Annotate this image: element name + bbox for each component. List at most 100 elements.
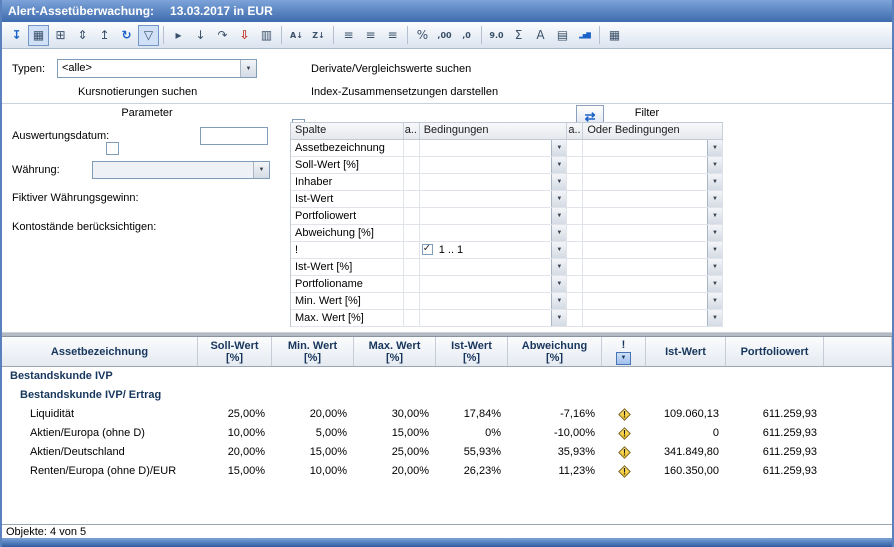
col-header-abweichung[interactable]: Abweichung[%] [508,337,602,366]
marker-down-icon[interactable]: ↓ [190,25,211,46]
filter-or-combo[interactable] [583,191,723,207]
table-row[interactable]: Renten/Europa (ohne D)/EUR 15,00% 10,00%… [2,462,892,481]
filter-row: Portfolioname [291,276,723,293]
duplicate-window-icon[interactable]: ⊞ [50,25,71,46]
format-font-icon[interactable]: A [530,25,551,46]
filter-and-cell[interactable] [567,225,583,241]
col-header-ist-wert[interactable]: Ist-Wert [646,337,726,366]
grid-icon[interactable]: ▦ [604,25,625,46]
filter-condition-combo[interactable] [420,310,568,326]
percent-icon[interactable]: % [412,25,433,46]
filter-or-combo[interactable] [583,157,723,173]
filter-and-cell[interactable] [404,174,420,190]
col-header-portfoliowert[interactable]: Portfoliowert [726,337,824,366]
sort-ascending-icon[interactable]: A↓ [286,25,307,46]
filter-and-cell[interactable] [404,191,420,207]
filter-and-cell[interactable] [567,242,583,258]
filter-or-combo[interactable] [583,310,723,326]
filter-range-checkbox[interactable] [422,244,433,255]
filter-condition-combo[interactable] [420,191,568,207]
filter-and-cell[interactable] [404,276,420,292]
sum-icon[interactable]: Σ [508,25,529,46]
filter-and-cell[interactable] [567,310,583,326]
filter-and-cell[interactable] [567,259,583,275]
filter-and-cell[interactable] [404,242,420,258]
cell-portfoliowert: 611.259,93 [726,424,824,443]
bar-chart-icon[interactable]: ▂▅▇ [574,25,595,46]
filter-and-cell[interactable] [404,208,420,224]
increase-decimal-icon[interactable]: ,00 [434,25,455,46]
col-header-min-wert[interactable]: Min. Wert[%] [272,337,354,366]
filter-and-cell[interactable] [567,293,583,309]
filter-and-cell[interactable] [567,208,583,224]
group-row[interactable]: Bestandskunde IVP/ Ertrag [2,386,892,405]
table-row[interactable]: Aktien/Europa (ohne D) 10,00% 5,00% 15,0… [2,424,892,443]
filter-condition-combo[interactable] [420,140,568,156]
redo-icon[interactable]: ↷ [212,25,233,46]
export-data-icon[interactable]: ↧ [6,25,27,46]
align-right-icon[interactable]: ≡ [382,25,403,46]
filter-and-cell[interactable] [567,157,583,173]
col-header-assetbezeichnung[interactable]: Assetbezeichnung [2,337,198,366]
align-left-icon[interactable]: ≡ [338,25,359,46]
filter-condition-combo[interactable] [420,157,568,173]
col-header-ist-wert-pct[interactable]: Ist-Wert[%] [436,337,508,366]
waehrung-select[interactable] [92,161,270,179]
filter-or-combo[interactable] [583,259,723,275]
filter-and-cell[interactable] [567,140,583,156]
filter-and-cell[interactable] [404,225,420,241]
filter-condition-combo[interactable]: 1 .. 1 [420,242,568,258]
filter-and-cell[interactable] [567,174,583,190]
chevron-down-icon [253,162,269,178]
filter-or-combo[interactable] [583,276,723,292]
filter-or-combo[interactable] [583,225,723,241]
filter-or-combo[interactable] [583,174,723,190]
decrease-decimal-icon[interactable]: ,0 [456,25,477,46]
filter-and-cell[interactable] [404,157,420,173]
import-values-icon[interactable]: ⇩ [234,25,255,46]
filter-and-cell[interactable] [404,259,420,275]
refresh-icon[interactable]: ↻ [116,25,137,46]
filter-or-combo[interactable] [583,208,723,224]
typen-select[interactable]: <alle> [57,59,257,78]
filter-col-bedingungen: Bedingungen [420,123,568,139]
table-chart-icon[interactable]: ▤ [552,25,573,46]
table-row[interactable]: Liquidität 25,00% 20,00% 30,00% 17,84% -… [2,405,892,424]
filter-and-cell[interactable] [404,140,420,156]
filter-or-combo[interactable] [583,140,723,156]
col-header-alert[interactable]: ! [602,337,646,366]
sort-descending-icon[interactable]: Z↓ [308,25,329,46]
group-row[interactable]: Bestandskunde IVP [2,367,892,386]
filter-and-cell[interactable] [404,310,420,326]
cell-ist-wert: 0 [646,424,726,443]
table-row[interactable]: Aktien/Deutschland 20,00% 15,00% 25,00% … [2,443,892,462]
filter-condition-combo[interactable] [420,259,568,275]
filter-and-cell[interactable] [567,276,583,292]
swap-order-icon[interactable]: ⇕ [72,25,93,46]
filter-or-combo[interactable] [583,242,723,258]
col-header-soll-wert[interactable]: Soll-Wert[%] [198,337,272,366]
filter-condition-combo[interactable] [420,276,568,292]
filter-or-combo[interactable] [583,293,723,309]
filter-condition-value [420,276,552,292]
filter-condition-combo[interactable] [420,208,568,224]
kursnotierungen-checkbox[interactable] [106,142,119,155]
col-header-max-wert[interactable]: Max. Wert[%] [354,337,436,366]
move-up-icon[interactable]: ↥ [94,25,115,46]
alert-filter-dropdown[interactable] [616,352,631,365]
thousands-format-icon[interactable]: 9.0 [486,25,507,46]
cell-assetbezeichnung: Liquidität [2,405,198,424]
detail-view-icon[interactable]: ▥ [256,25,277,46]
marker-forward-icon[interactable]: ▸ [168,25,189,46]
filter-condition-combo[interactable] [420,293,568,309]
filter-condition-combo[interactable] [420,174,568,190]
filter-view-icon[interactable]: ▦ [28,25,49,46]
filter-funnel-icon[interactable]: ▽ [138,25,159,46]
filter-and-cell[interactable] [567,191,583,207]
align-center-icon[interactable]: ≡ [360,25,381,46]
filter-condition-combo[interactable] [420,225,568,241]
auswertungsdatum-input[interactable] [200,127,268,145]
cell-ist-wert-pct: 0% [436,424,508,443]
filter-or-value [583,208,707,224]
filter-and-cell[interactable] [404,293,420,309]
